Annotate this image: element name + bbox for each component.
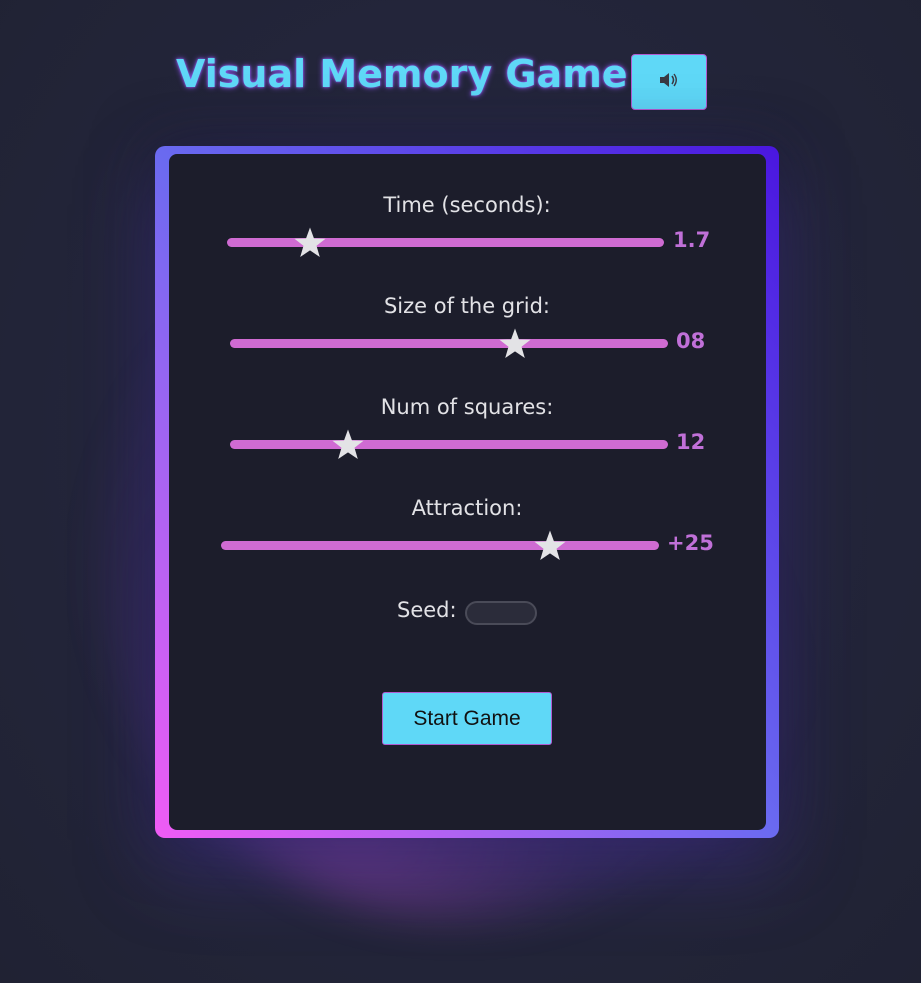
page-title: Visual Memory Game [176, 52, 628, 96]
num-squares-slider[interactable] [230, 429, 668, 459]
attraction-label: Attraction: [411, 496, 523, 520]
grid-size-value: 08 [676, 329, 706, 353]
time-value: 1.7 [673, 228, 711, 252]
grid-size-slider[interactable] [230, 328, 668, 358]
seed-input[interactable] [465, 601, 537, 625]
num-squares-label: Num of squares: [380, 395, 554, 419]
attraction-value: +25 [667, 531, 714, 555]
header: Visual Memory Game [0, 0, 921, 130]
speaker-icon [658, 71, 680, 93]
grid-size-label: Size of the grid: [383, 294, 551, 318]
seed-label: Seed: [397, 598, 457, 622]
time-label: Time (seconds): [383, 193, 551, 217]
time-slider[interactable] [227, 227, 664, 257]
num-squares-value: 12 [676, 430, 706, 454]
sound-toggle-button[interactable] [631, 54, 707, 110]
grid-size-slider-thumb[interactable] [498, 327, 532, 361]
start-game-button[interactable]: Start Game [382, 692, 552, 745]
time-slider-thumb[interactable] [293, 226, 327, 260]
num-squares-slider-thumb[interactable] [331, 428, 365, 462]
attraction-slider-thumb[interactable] [533, 529, 567, 563]
attraction-slider[interactable] [221, 530, 659, 560]
